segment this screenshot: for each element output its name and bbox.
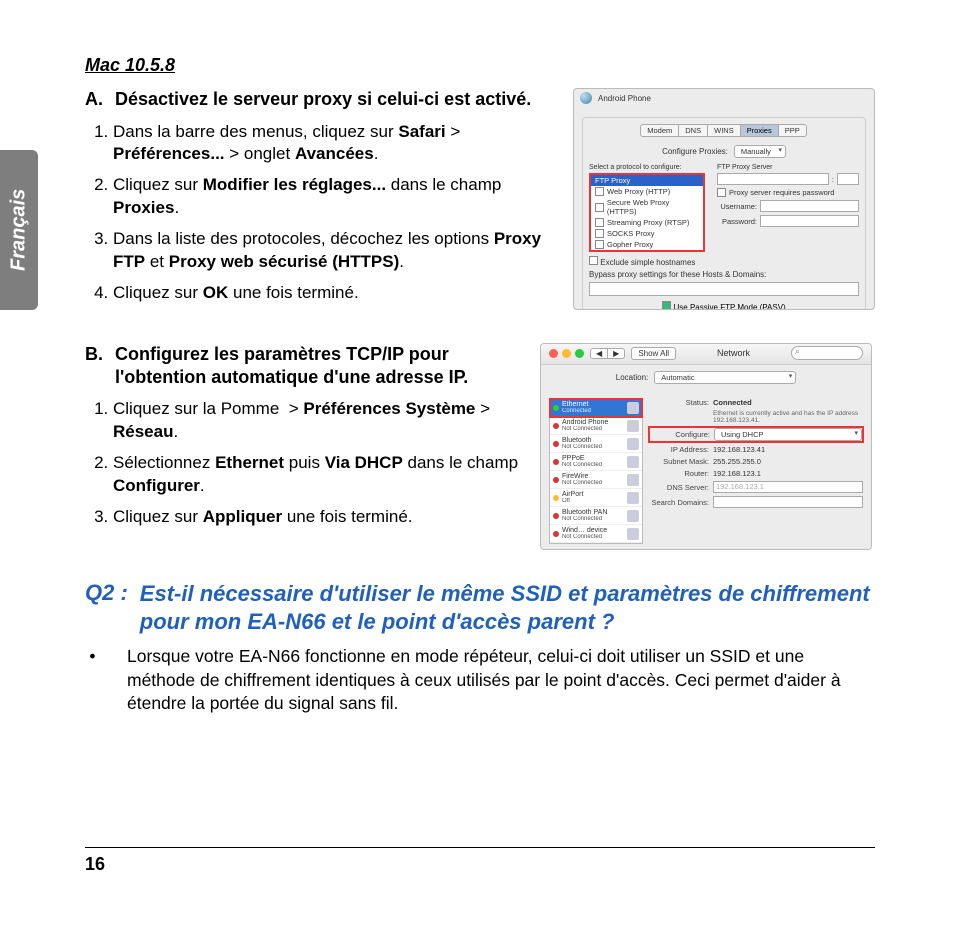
service-list[interactable]: EthernetConnectedAndroid PhoneNot Connec… [549,398,643,544]
page-number: 16 [85,854,105,874]
bypass-input[interactable] [589,282,859,296]
router-value: 192.168.123.1 [713,469,863,478]
step-a4: Cliquez sur OK une fois terminé. [113,282,553,305]
protocol-gopher[interactable]: Gopher Proxy [591,239,703,250]
language-tab: Français [0,150,38,310]
status-dot-icon [553,531,559,537]
protocol-http[interactable]: Web Proxy (HTTP) [591,186,703,197]
proxies-device: Android Phone [598,94,651,103]
service-item[interactable]: BluetoothNot Connected [550,435,642,453]
section-b: B. Configurez les paramètres TCP/IP pour… [85,343,875,550]
proxy-port-input[interactable] [837,173,859,185]
exclude-simple-checkbox[interactable] [589,256,598,265]
tab-ppp[interactable]: PPP [778,124,807,137]
section-a: A. Désactivez le serveur proxy si celui-… [85,88,875,313]
step-a2: Cliquez sur Modifier les réglages... dan… [113,174,553,220]
configure-proxies-label: Configure Proxies: [662,147,728,156]
show-all-button[interactable]: Show All [631,347,676,360]
status-dot-icon [553,459,559,465]
q2-answer: Lorsque votre EA-N66 fonctionne en mode … [112,645,875,716]
location-dropdown[interactable]: Automatic [654,371,796,384]
service-item[interactable]: FireWireNot Connected [550,471,642,489]
page-content: Mac 10.5.8 A. Désactivez le serveur prox… [85,55,875,716]
service-item[interactable]: AirPortOff [550,489,642,507]
service-icon [627,474,639,486]
bullet-icon: • [85,645,100,716]
pasv-checkbox[interactable] [662,301,671,310]
service-icon [627,492,639,504]
status-dot-icon [553,441,559,447]
q2-text: Est-il nécessaire d'utiliser le même SSI… [140,580,875,635]
protocol-socks[interactable]: SOCKS Proxy [591,228,703,239]
q2-label: Q2 : [85,580,128,635]
section-b-title: Configurez les paramètres TCP/IP pour l'… [115,343,520,388]
username-input[interactable] [760,200,859,212]
section-b-letter: B. [85,343,105,388]
close-icon[interactable] [549,349,558,358]
service-icon [627,456,639,468]
proxies-tabs[interactable]: Modem DNS WINS Proxies PPP [589,124,859,137]
status-dot-icon [553,477,559,483]
select-protocol-label: Select a protocol to configure: [589,164,707,171]
step-b3: Cliquez sur Appliquer une fois terminé. [113,506,520,529]
section-a-title: Désactivez le serveur proxy si celui-ci … [115,88,531,111]
service-item[interactable]: PPPoENot Connected [550,453,642,471]
section-b-steps: Cliquez sur la Pomme > Préférences Systè… [85,398,520,529]
tab-modem[interactable]: Modem [640,124,679,137]
search-domains-input[interactable] [713,496,863,508]
tab-dns[interactable]: DNS [678,124,708,137]
ftp-server-label: FTP Proxy Server [717,164,859,171]
configure-proxies-dropdown[interactable]: Manually [734,145,786,158]
dns-input[interactable]: 192.168.123.1 [713,481,863,493]
location-label: Location: [616,373,648,382]
mac-version-heading: Mac 10.5.8 [85,55,875,76]
minimize-icon[interactable] [562,349,571,358]
proxies-screenshot: Android Phone Modem DNS WINS Proxies PPP… [573,88,875,310]
protocol-list[interactable]: FTP Proxy Web Proxy (HTTP) Secure Web Pr… [589,173,705,252]
q2-question: Q2 : Est-il nécessaire d'utiliser le mêm… [85,580,875,635]
section-a-steps: Dans la barre des menus, cliquez sur Saf… [85,121,553,306]
network-screenshot: ◀▶ Show All Network Location: Automatic … [540,343,872,550]
service-icon [627,402,639,414]
protocol-ftp[interactable]: FTP Proxy [591,175,703,186]
mask-value: 255.255.255.0 [713,457,863,466]
configure-dropdown[interactable]: Using DHCP [714,428,862,441]
q2-answer-row: • Lorsque votre EA-N66 fonctionne en mod… [85,645,875,716]
service-item[interactable]: Wind… deviceNot Connected [550,525,642,543]
status-dot-icon [553,495,559,501]
page-footer: 16 [85,847,875,875]
step-b2: Sélectionnez Ethernet puis Via DHCP dans… [113,452,520,498]
status-value: Connected [713,398,863,407]
requires-password-checkbox[interactable] [717,188,726,197]
protocol-https[interactable]: Secure Web Proxy (HTTPS) [591,197,703,217]
step-a3: Dans la liste des protocoles, décochez l… [113,228,553,274]
bypass-label: Bypass proxy settings for these Hosts & … [589,270,859,279]
service-item[interactable]: Bluetooth PANNot Connected [550,507,642,525]
tab-proxies[interactable]: Proxies [740,124,779,137]
service-item[interactable]: Android PhoneNot Connected [550,417,642,435]
service-icon [627,438,639,450]
step-a1: Dans la barre des menus, cliquez sur Saf… [113,121,553,167]
service-icon [627,420,639,432]
step-b1: Cliquez sur la Pomme > Préférences Systè… [113,398,520,444]
service-icon [627,528,639,540]
status-dot-icon [553,513,559,519]
search-input[interactable] [791,346,863,360]
status-desc: Ethernet is currently active and has the… [713,410,863,424]
nav-back-forward[interactable]: ◀▶ [590,348,625,359]
ip-value: 192.168.123.41 [713,445,863,454]
zoom-icon[interactable] [575,349,584,358]
password-input[interactable] [760,215,859,227]
status-dot-icon [553,423,559,429]
tab-wins[interactable]: WINS [707,124,741,137]
protocol-rtsp[interactable]: Streaming Proxy (RTSP) [591,217,703,228]
section-a-letter: A. [85,88,105,111]
service-icon [627,510,639,522]
proxy-host-input[interactable] [717,173,829,185]
service-item[interactable]: EthernetConnected [550,399,642,417]
globe-icon [580,92,592,104]
status-dot-icon [553,405,559,411]
window-title: Network [682,348,785,358]
